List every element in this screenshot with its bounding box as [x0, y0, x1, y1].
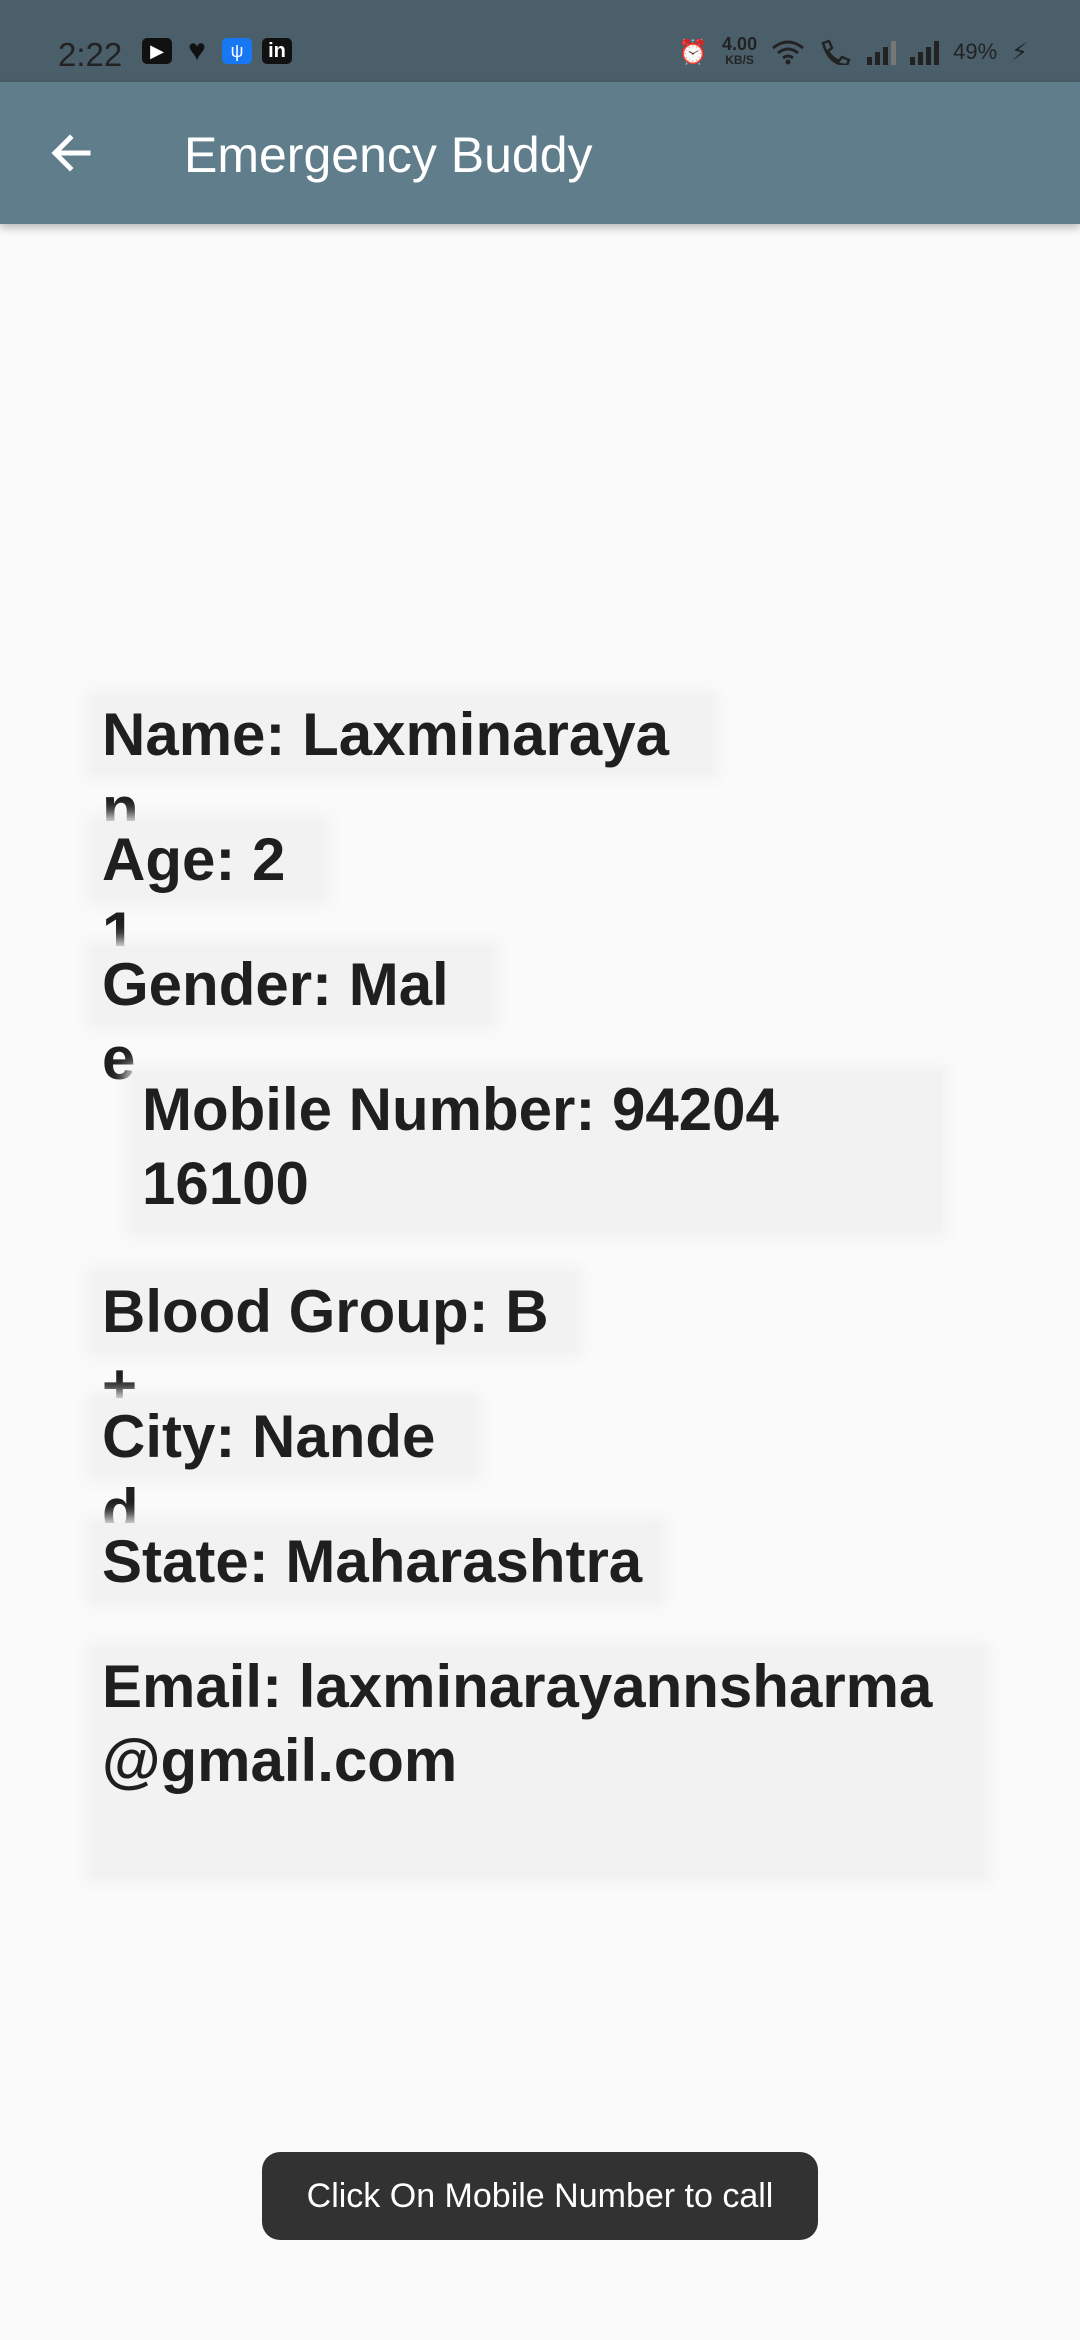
network-speed: 4.00 KB/S	[722, 34, 758, 68]
age-text: Age: 21	[92, 821, 324, 967]
youtube-icon: ▶	[142, 38, 172, 64]
net-speed-value: 4.00	[722, 34, 758, 54]
blood-group-text: Blood Group: B+	[92, 1273, 576, 1419]
email-text: Email: laxminarayannsharma@gmail.com	[92, 1648, 984, 1878]
signal-icon-2	[910, 39, 940, 65]
linkedin-icon: in	[262, 38, 292, 64]
arrow-left-icon	[51, 134, 91, 172]
toast-text: Click On Mobile Number to call	[306, 2176, 774, 2215]
system-icons: ⏰ 4.00 KB/S 49% ⚡	[678, 34, 1028, 68]
toast-message: Click On Mobile Number to call	[262, 2152, 818, 2240]
page-title: Emergency Buddy	[184, 127, 593, 183]
back-button[interactable]	[36, 118, 106, 188]
screen: 2:22 ▶ ♥ ψ in ⏰ 4.00 KB/S 49% ⚡ Emergenc…	[0, 0, 1080, 2340]
city-text: City: Nanded	[92, 1398, 476, 1544]
gender-text: Gender: Male	[92, 946, 492, 1092]
status-bar: 2:22 ▶ ♥ ψ in ⏰ 4.00 KB/S 49% ⚡	[0, 0, 1080, 82]
charging-icon: ⚡	[1011, 38, 1028, 66]
status-time: 2:22	[58, 36, 123, 73]
heart-icon: ♥	[188, 34, 206, 67]
name-text: Name: Laxminarayan	[92, 696, 712, 842]
alarm-icon: ⏰	[678, 38, 709, 66]
app-bar: Emergency Buddy	[0, 82, 1080, 224]
notification-icons: ▶ ♥ ψ in	[142, 34, 292, 67]
net-speed-unit: KB/S	[725, 53, 754, 67]
wifi-icon	[772, 40, 805, 65]
usb-icon: ψ	[222, 38, 252, 64]
battery-level: 49%	[953, 39, 998, 64]
wifi-call-icon	[821, 39, 851, 65]
mobile-number-link[interactable]: Mobile Number: 9420416100	[132, 1071, 942, 1231]
signal-icon	[867, 39, 897, 65]
state-text: State: Maharashtra	[92, 1523, 660, 1601]
